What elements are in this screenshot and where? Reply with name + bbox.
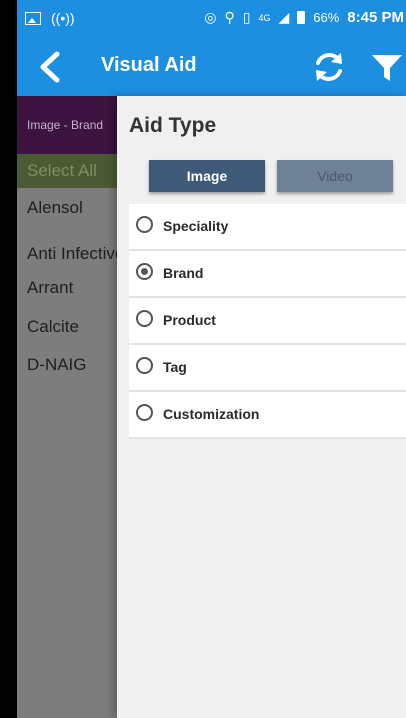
option-label: Product [163, 312, 216, 328]
page-title: Visual Aid [101, 54, 197, 76]
tab-image[interactable]: Image [149, 160, 265, 192]
option-speciality[interactable]: Speciality [129, 204, 406, 251]
option-brand[interactable]: Brand [129, 251, 406, 298]
filter-icon[interactable] [370, 52, 404, 84]
radio-button-selected[interactable] [136, 263, 153, 280]
drawer-title: Aid Type [129, 114, 217, 137]
list-item[interactable]: Anti Infective [27, 244, 127, 264]
phone-screen: ((•)) ◎ ⚲ ▯ 4G ◢ 66% 8:45 PM Visual Aid [17, 0, 406, 718]
network-type: 4G [258, 12, 271, 23]
hotspot-icon: ((•)) [51, 10, 75, 26]
option-product[interactable]: Product [129, 298, 406, 345]
signal-icon: ◢ [278, 9, 290, 25]
list-item[interactable]: Calcite [27, 317, 127, 337]
list-item[interactable]: Alensol [27, 198, 127, 218]
app-bar: Visual Aid [17, 38, 406, 96]
refresh-icon[interactable] [311, 49, 347, 85]
option-tag[interactable]: Tag [129, 345, 406, 392]
radio-button[interactable] [136, 357, 153, 374]
gps-icon: ⚲ [224, 9, 235, 25]
location-icon: ◎ [204, 9, 217, 25]
radio-button[interactable] [136, 216, 153, 233]
option-label: Customization [163, 406, 260, 422]
option-label: Tag [163, 359, 187, 375]
battery-percent: 66% [313, 10, 340, 25]
option-customization[interactable]: Customization [129, 392, 406, 439]
clock: 8:45 PM [347, 9, 404, 26]
filter-drawer: Aid Type Image Video Speciality Brand Pr… [117, 96, 406, 718]
list-item[interactable]: D-NAIG [27, 355, 127, 375]
back-arrow-icon[interactable] [35, 50, 67, 84]
tab-video[interactable]: Video [277, 160, 393, 192]
aid-type-options: Speciality Brand Product Tag Customizati… [129, 204, 406, 439]
brand-list-panel: Image - Brand Select All Alensol Anti In… [17, 96, 137, 718]
radio-button[interactable] [136, 310, 153, 327]
option-label: Speciality [163, 218, 229, 234]
status-bar: ((•)) ◎ ⚲ ▯ 4G ◢ 66% 8:45 PM [17, 0, 406, 38]
battery-icon [297, 11, 306, 24]
option-label: Brand [163, 265, 204, 281]
radio-button[interactable] [136, 404, 153, 421]
image-notification-icon [25, 11, 41, 25]
vibrate-icon: ▯ [242, 9, 251, 25]
list-item[interactable]: Arrant [27, 278, 127, 298]
